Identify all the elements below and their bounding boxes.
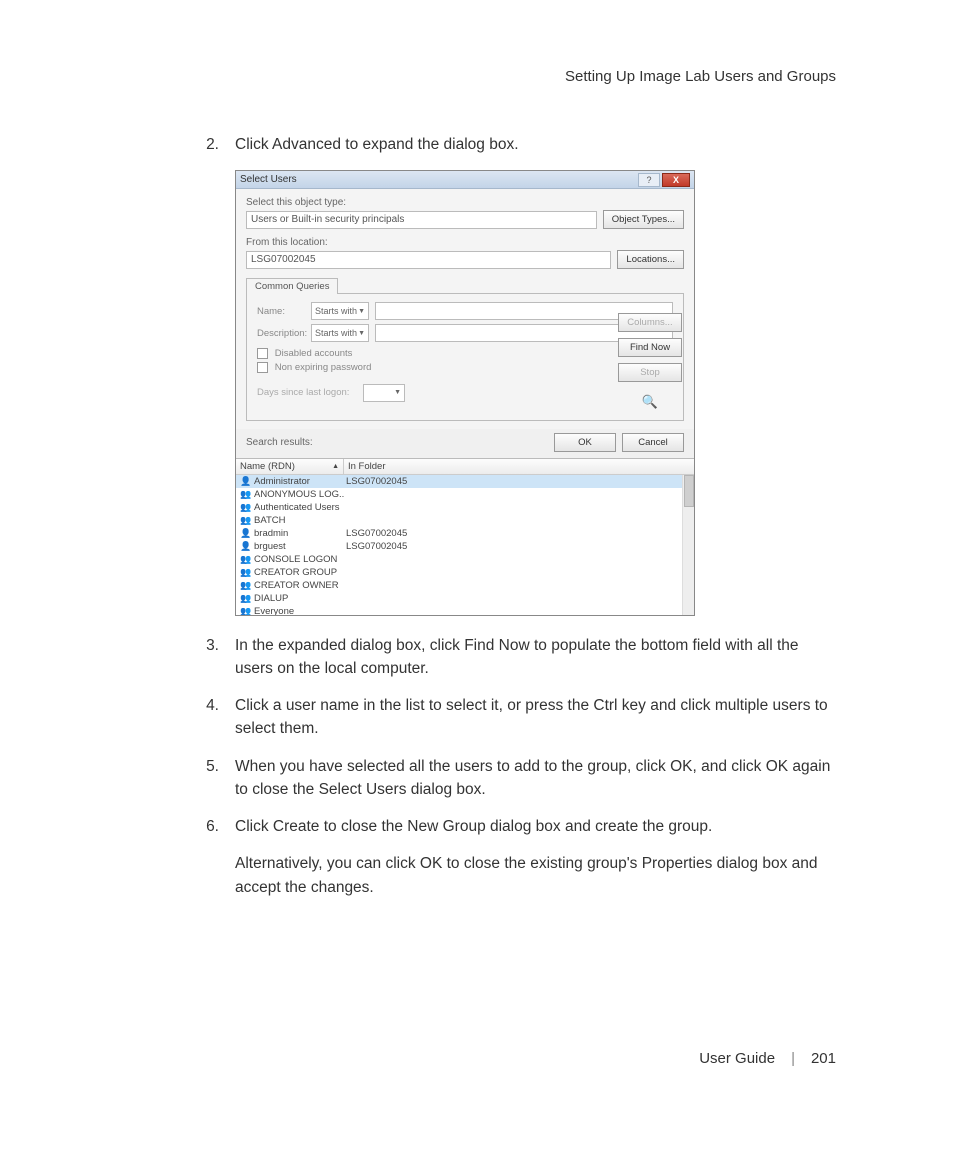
footer-label: User Guide — [699, 1050, 775, 1067]
section-title: Setting Up Image Lab Users and Groups — [565, 68, 836, 85]
group-icon: 👥 — [240, 489, 252, 500]
step-text: Click a user name in the list to select … — [235, 694, 837, 741]
result-name: Authenticated Users — [254, 502, 346, 513]
location-input[interactable]: LSG07002045 — [246, 251, 611, 269]
user-icon: 👤 — [240, 541, 252, 552]
close-button[interactable]: X — [662, 173, 690, 187]
locations-button[interactable]: Locations... — [617, 250, 684, 269]
chevron-down-icon: ▼ — [358, 308, 365, 315]
column-name[interactable]: Name (RDN) ▲ — [236, 459, 344, 474]
table-row[interactable]: 👤brguestLSG07002045 — [236, 540, 694, 553]
nonexpiring-checkbox[interactable] — [257, 362, 268, 373]
result-name: BATCH — [254, 515, 346, 526]
select-users-dialog: Select Users ? X Select this object type… — [235, 170, 695, 615]
ok-button[interactable]: OK — [554, 433, 616, 452]
result-folder: LSG07002045 — [346, 541, 690, 552]
page-number: 201 — [811, 1050, 836, 1067]
object-type-label: Select this object type: — [246, 197, 684, 208]
table-row[interactable]: 👥DIALUP — [236, 592, 694, 605]
table-row[interactable]: 👥CREATOR OWNER — [236, 579, 694, 592]
desc-match-select[interactable]: Starts with ▼ — [311, 324, 369, 342]
search-results-label: Search results: — [246, 437, 313, 448]
select-value: Starts with — [315, 328, 357, 338]
group-icon: 👥 — [240, 515, 252, 526]
user-icon: 👤 — [240, 528, 252, 539]
result-name: bradmin — [254, 528, 346, 539]
column-folder[interactable]: In Folder — [344, 459, 694, 474]
step-text: In the expanded dialog box, click Find N… — [235, 634, 837, 681]
result-folder: LSG07002045 — [346, 528, 690, 539]
alt-paragraph: Alternatively, you can click OK to close… — [235, 852, 837, 899]
step-number: 6. — [197, 815, 235, 838]
select-value: Starts with — [315, 306, 357, 316]
group-icon: 👥 — [240, 567, 252, 578]
result-name: brguest — [254, 541, 346, 552]
result-folder: LSG07002045 — [346, 476, 690, 487]
nonexpiring-label: Non expiring password — [275, 362, 372, 373]
days-label: Days since last logon: — [257, 387, 357, 398]
table-row[interactable]: 👥BATCH — [236, 514, 694, 527]
footer-separator: | — [791, 1050, 795, 1067]
cancel-button[interactable]: Cancel — [622, 433, 684, 452]
name-match-select[interactable]: Starts with ▼ — [311, 302, 369, 320]
step-text: Click Advanced to expand the dialog box. — [235, 133, 837, 156]
object-type-input[interactable]: Users or Built-in security principals — [246, 211, 597, 229]
scrollbar-thumb[interactable] — [684, 475, 694, 507]
tab-common-queries[interactable]: Common Queries — [246, 278, 338, 294]
table-row[interactable]: 👤bradminLSG07002045 — [236, 527, 694, 540]
result-name: ANONYMOUS LOG.. — [254, 489, 346, 500]
disabled-label: Disabled accounts — [275, 348, 353, 359]
column-label: Name (RDN) — [240, 461, 295, 472]
step-text: Click Create to close the New Group dial… — [235, 815, 837, 838]
dialog-title: Select Users — [240, 174, 638, 185]
days-select[interactable]: ▼ — [363, 384, 405, 402]
location-label: From this location: — [246, 237, 684, 248]
group-icon: 👥 — [240, 606, 252, 615]
group-icon: 👥 — [240, 593, 252, 604]
disabled-checkbox[interactable] — [257, 348, 268, 359]
user-icon: 👤 — [240, 476, 252, 487]
table-row[interactable]: 👥Everyone — [236, 605, 694, 615]
step-number: 3. — [197, 634, 235, 681]
object-types-button[interactable]: Object Types... — [603, 210, 684, 229]
results-table: Name (RDN) ▲ In Folder 👤AdministratorLSG… — [236, 458, 694, 615]
step-text: When you have selected all the users to … — [235, 755, 837, 802]
sort-asc-icon: ▲ — [332, 463, 339, 470]
result-name: CREATOR OWNER — [254, 580, 346, 591]
search-icon: 🔍 — [640, 394, 660, 410]
chevron-down-icon: ▼ — [358, 330, 365, 337]
group-icon: 👥 — [240, 580, 252, 591]
group-icon: 👥 — [240, 554, 252, 565]
stop-button[interactable]: Stop — [618, 363, 682, 382]
step-number: 2. — [197, 133, 235, 156]
table-row[interactable]: 👥CREATOR GROUP — [236, 566, 694, 579]
find-now-button[interactable]: Find Now — [618, 338, 682, 357]
result-name: Administrator — [254, 476, 346, 487]
group-icon: 👥 — [240, 502, 252, 513]
table-row[interactable]: 👥Authenticated Users — [236, 501, 694, 514]
help-button[interactable]: ? — [638, 173, 660, 187]
table-row[interactable]: 👥CONSOLE LOGON — [236, 553, 694, 566]
table-row[interactable]: 👥ANONYMOUS LOG.. — [236, 488, 694, 501]
dialog-titlebar: Select Users ? X — [236, 171, 694, 189]
result-name: Everyone — [254, 606, 346, 615]
scrollbar[interactable] — [682, 475, 694, 615]
result-name: CONSOLE LOGON — [254, 554, 346, 565]
chevron-down-icon: ▼ — [394, 389, 401, 396]
name-label: Name: — [257, 306, 305, 317]
table-row[interactable]: 👤AdministratorLSG07002045 — [236, 475, 694, 488]
result-name: CREATOR GROUP — [254, 567, 346, 578]
columns-button[interactable]: Columns... — [618, 313, 682, 332]
step-number: 4. — [197, 694, 235, 741]
page-footer: User Guide | 201 — [699, 1050, 836, 1067]
description-label: Description: — [257, 328, 305, 339]
result-name: DIALUP — [254, 593, 346, 604]
step-number: 5. — [197, 755, 235, 802]
